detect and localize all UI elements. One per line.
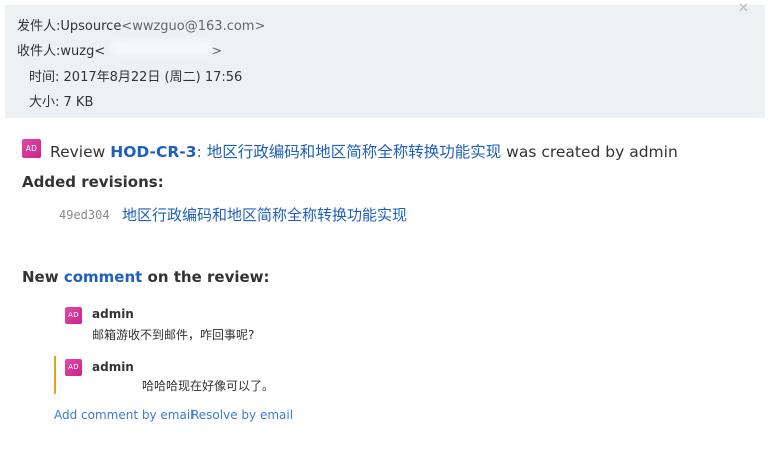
time-value: 2017年8月22日 (周二) 17:56 xyxy=(63,70,243,85)
avatar: AD xyxy=(65,359,82,376)
from-name: Upsource xyxy=(60,19,122,34)
review-suffix: was created by admin xyxy=(506,143,678,161)
comment-author: admin xyxy=(92,307,134,321)
revision-hash: 49ed304 xyxy=(59,208,110,222)
email-header: ✕ 发件人:Upsource<wwzguo@163.com> 收件人:wuzg<… xyxy=(5,1,765,118)
add-comment-by-email-link[interactable]: Add comment by email xyxy=(54,408,194,422)
review-colon: : xyxy=(196,143,202,161)
to-label: 收件人: xyxy=(17,44,61,59)
reply-indicator xyxy=(54,356,56,394)
review-id-link[interactable]: HOD-CR-3 xyxy=(110,143,196,161)
new-comment-suffix: on the review: xyxy=(147,268,270,286)
new-comment-heading: New comment on the review: xyxy=(22,268,270,286)
to-name[interactable]: wuzg< xyxy=(60,44,105,59)
close-icon[interactable]: ✕ xyxy=(738,1,749,16)
from-label: 发件人: xyxy=(17,19,61,34)
review-prefix: Review xyxy=(50,143,106,161)
from-email[interactable]: <wwzguo@163.com> xyxy=(121,19,265,34)
review-created-line: Review HOD-CR-3: 地区行政编码和地区简称全称转换功能实现 was… xyxy=(50,140,678,162)
comment-text: 哈哈哈现在好像可以了。 xyxy=(142,379,275,393)
size-label: 大小: xyxy=(29,95,60,110)
avatar: AD xyxy=(65,307,82,324)
review-title-link[interactable]: 地区行政编码和地区简称全称转换功能实现 xyxy=(207,143,502,161)
time-row: 时间: 2017年8月22日 (周二) 17:56 xyxy=(29,66,242,85)
resolve-by-email-link[interactable]: Resolve by email xyxy=(191,408,293,422)
comment-link[interactable]: comment xyxy=(64,268,142,286)
time-label: 时间: xyxy=(29,70,60,85)
size-row: 大小: 7 KB xyxy=(29,91,93,110)
redacted-recipient xyxy=(111,40,212,55)
comment-text: 邮箱游收不到邮件，咋回事呢? xyxy=(92,328,255,342)
size-value: 7 KB xyxy=(63,95,94,110)
comment-author: admin xyxy=(92,360,134,374)
revision-message-link[interactable]: 地区行政编码和地区简称全称转换功能实现 xyxy=(122,204,407,225)
to-tail: > xyxy=(211,44,223,59)
from-row: 发件人:Upsource<wwzguo@163.com> xyxy=(17,15,265,34)
avatar: AD xyxy=(22,139,41,158)
added-revisions-heading: Added revisions: xyxy=(22,173,164,191)
new-comment-prefix: New xyxy=(22,268,59,286)
